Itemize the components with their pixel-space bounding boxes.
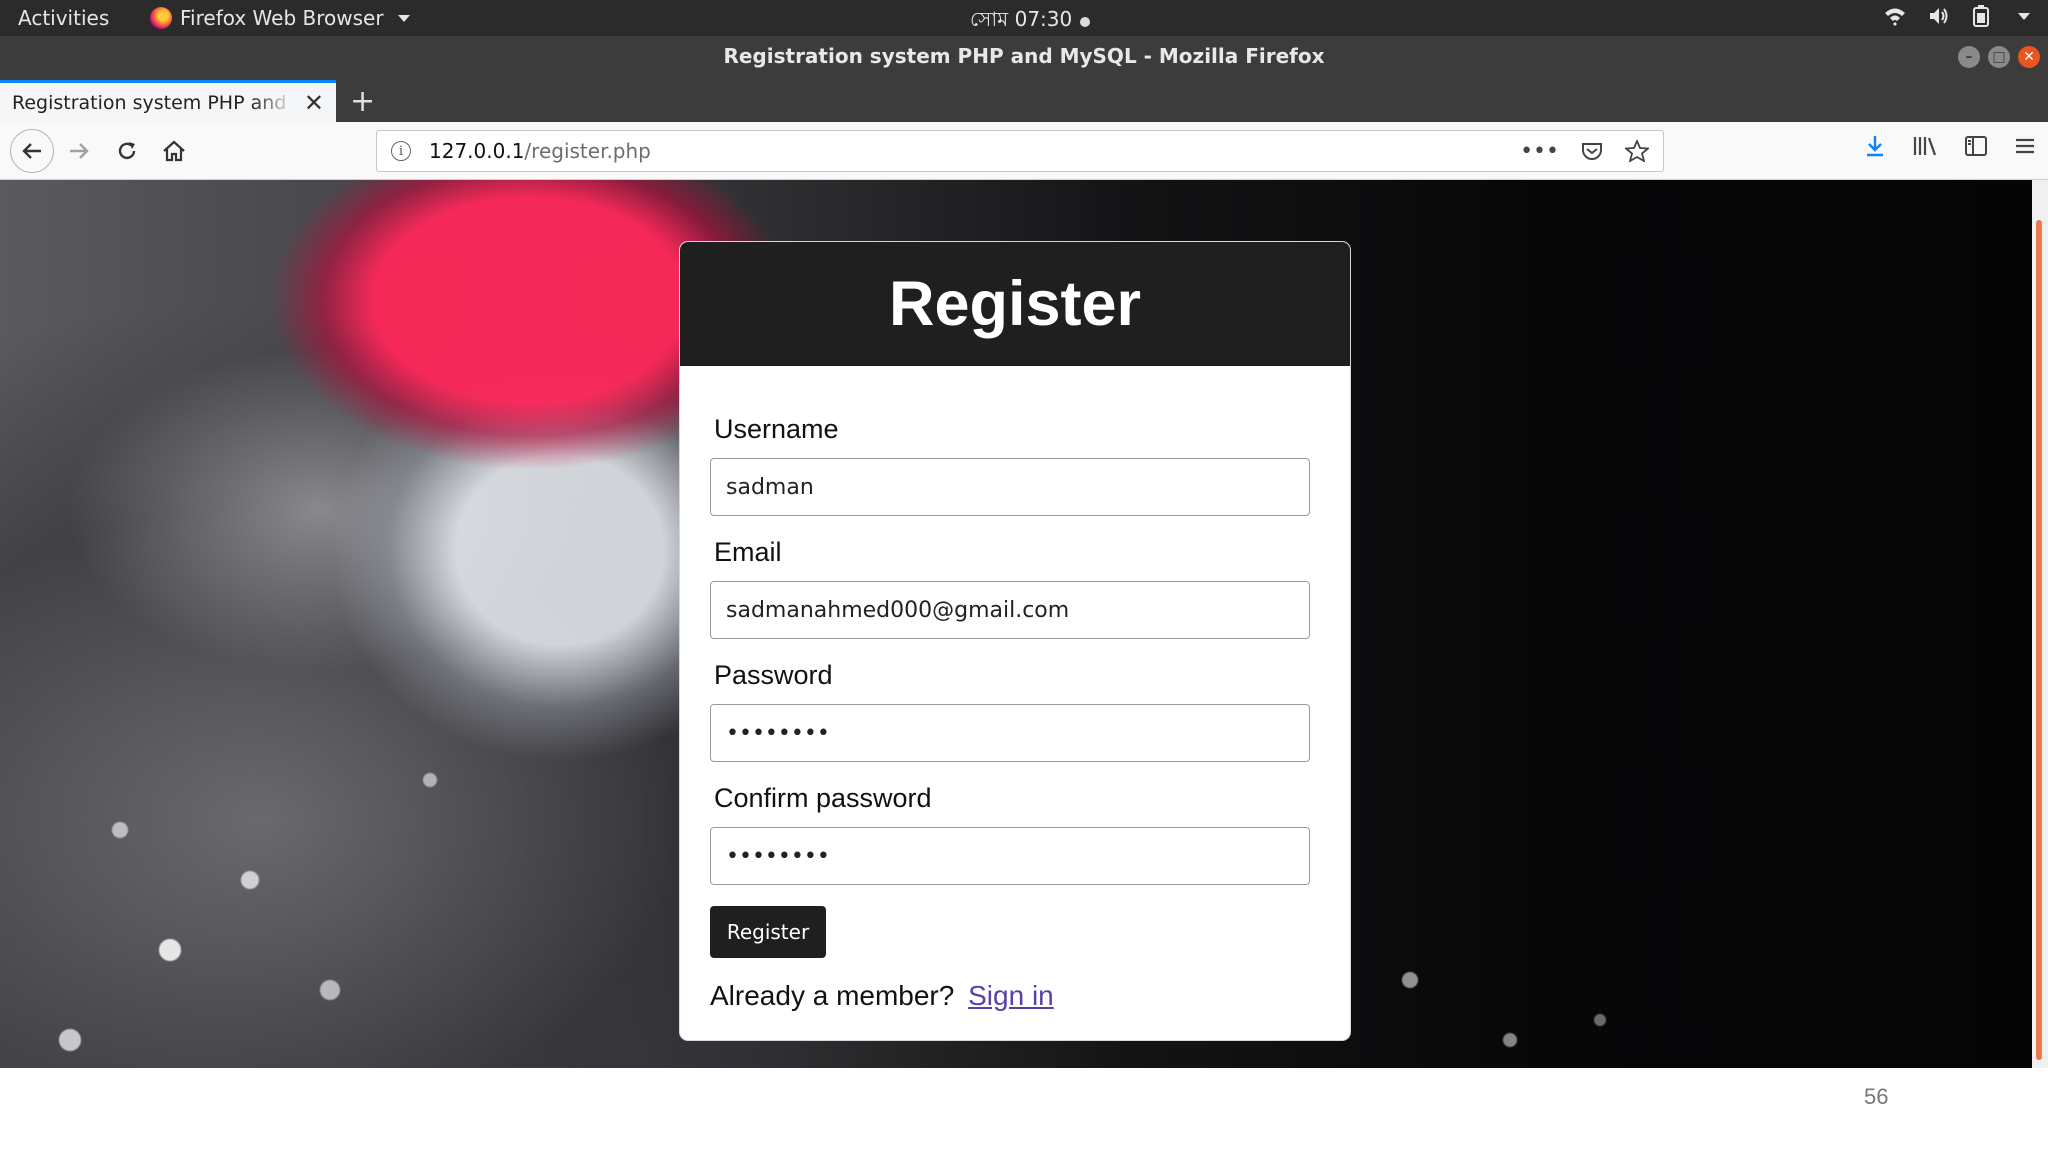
email-label: Email [714, 537, 782, 567]
close-window-icon[interactable]: ✕ [2018, 46, 2040, 68]
scrollbar-thumb[interactable] [2036, 220, 2042, 1060]
library-icon[interactable] [1912, 135, 1938, 157]
volume-icon [1930, 8, 1948, 24]
tab-close-icon[interactable]: ✕ [304, 89, 324, 117]
url-host: 127.0.0.1 [429, 139, 525, 163]
notification-dot-icon [1080, 16, 1091, 27]
sidebar-icon[interactable] [1964, 135, 1988, 157]
username-label: Username [714, 414, 839, 444]
member-prompt: Already a member? Sign in [710, 980, 1310, 1012]
app-menu-label: Firefox Web Browser [180, 6, 384, 30]
register-heading: Register [888, 269, 1142, 339]
system-top-bar: Activities Firefox Web Browser সোম 07:30 [0, 0, 2048, 36]
password-input[interactable] [710, 704, 1310, 762]
home-icon [163, 140, 185, 162]
slide-page-number: 56 [1864, 1084, 1889, 1109]
tab-registration[interactable]: Registration system PHP and MySQL ✕ [0, 80, 336, 122]
page-actions-icon[interactable]: ••• [1520, 139, 1559, 164]
activities-button[interactable]: Activities [18, 6, 109, 30]
pocket-icon[interactable] [1581, 141, 1603, 161]
system-tray[interactable] [1884, 5, 2030, 27]
register-form: Username Email Password Confirm password… [680, 366, 1350, 1012]
address-bar[interactable]: i 127.0.0.1/register.php ••• [376, 130, 1664, 172]
forward-button[interactable] [60, 132, 98, 170]
tab-strip: Registration system PHP and MySQL ✕ + [0, 80, 2048, 122]
window-controls: – □ ✕ [1958, 46, 2040, 68]
back-button[interactable] [10, 129, 54, 173]
url-actions: ••• [1520, 139, 1649, 164]
tab-title: Registration system PHP and MySQL [12, 91, 294, 114]
sign-in-link[interactable]: Sign in [968, 980, 1054, 1011]
toolbar-right [1864, 134, 2036, 158]
member-text: Already a member? [710, 980, 955, 1011]
bookmark-star-icon[interactable] [1625, 140, 1649, 162]
register-button[interactable]: Register [710, 906, 826, 958]
new-tab-plus-icon[interactable]: + [350, 84, 375, 119]
clock-text: সোম 07:30 [970, 7, 1073, 31]
window-title: Registration system PHP and MySQL - Mozi… [723, 44, 1325, 68]
page-scrollbar[interactable] [2032, 180, 2048, 1068]
maximize-icon[interactable]: □ [1988, 46, 2010, 68]
username-group: Username [710, 414, 1310, 537]
page-content: Register Username Email Password Confirm… [0, 180, 2048, 1068]
system-menu-chevron-icon [2018, 12, 2030, 20]
confirm-password-input[interactable] [710, 827, 1310, 885]
reload-icon [118, 142, 136, 160]
firefox-logo-icon [150, 7, 172, 29]
window-title-bar: Registration system PHP and MySQL - Mozi… [0, 36, 2048, 80]
password-label: Password [714, 660, 833, 690]
home-button[interactable] [155, 132, 193, 170]
url-path: /register.php [524, 139, 651, 163]
clock[interactable]: সোম 07:30 [970, 5, 1091, 38]
battery-icon [1973, 5, 1989, 27]
arrow-left-icon [22, 143, 41, 159]
email-group: Email [710, 537, 1310, 660]
confirm-password-label: Confirm password [714, 783, 932, 813]
password-group: Password [710, 660, 1310, 783]
arrow-right-icon [70, 143, 89, 159]
card-header: Register [680, 242, 1350, 366]
username-input[interactable] [710, 458, 1310, 516]
hamburger-menu-icon[interactable] [2014, 136, 2036, 156]
minimize-icon[interactable]: – [1958, 46, 1980, 68]
app-menu[interactable]: Firefox Web Browser [150, 6, 410, 30]
wifi-icon [1885, 8, 1905, 26]
email-input[interactable] [710, 581, 1310, 639]
navigation-toolbar: i 127.0.0.1/register.php ••• [0, 122, 2048, 180]
register-card: Register Username Email Password Confirm… [680, 242, 1350, 1040]
confirm-password-group: Confirm password [710, 783, 1310, 906]
reload-button[interactable] [108, 132, 146, 170]
chevron-down-icon [397, 14, 410, 22]
download-icon[interactable] [1864, 134, 1886, 158]
site-info-icon[interactable]: i [391, 141, 411, 161]
